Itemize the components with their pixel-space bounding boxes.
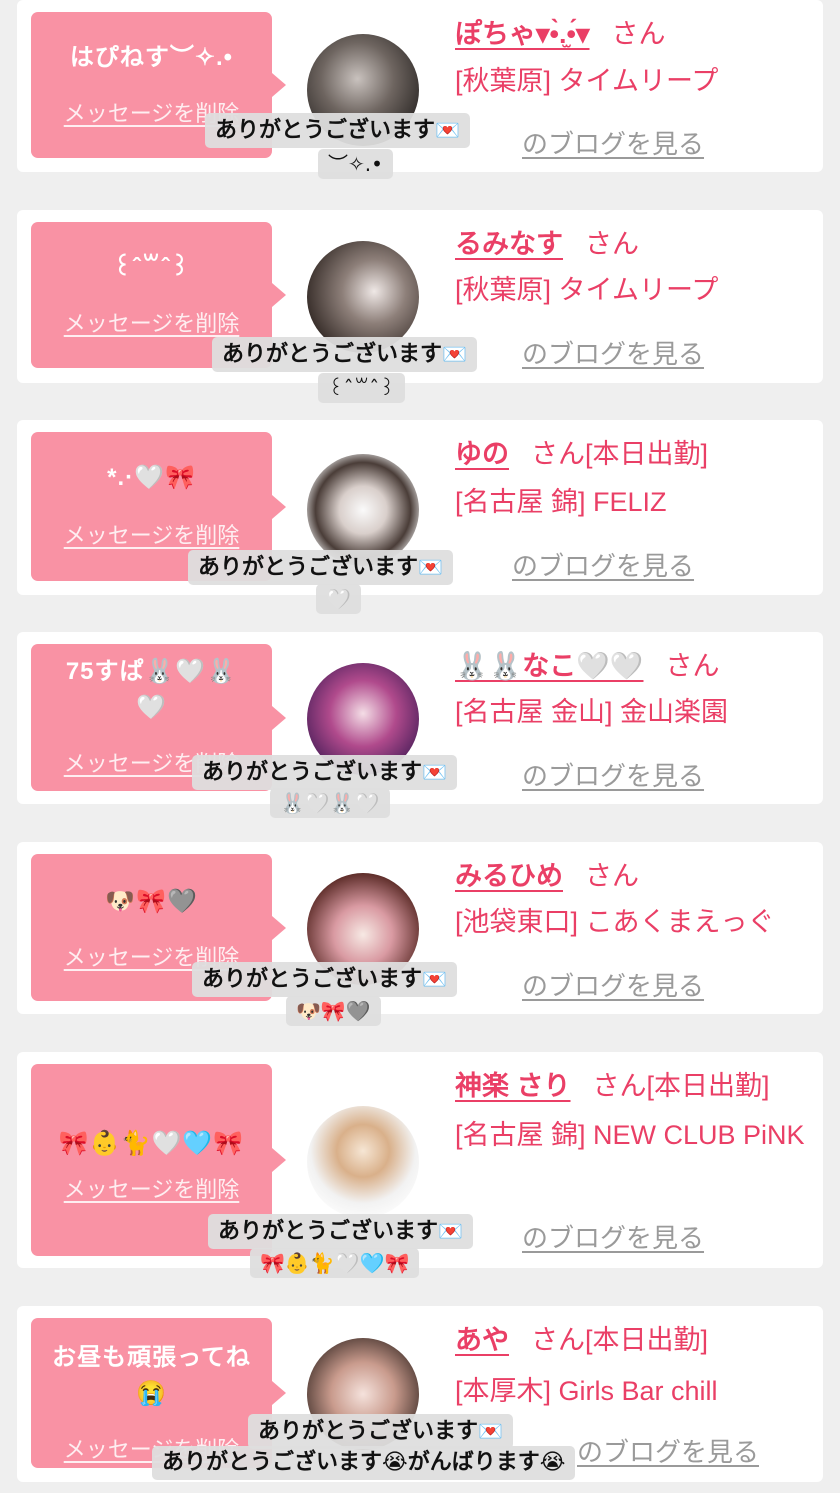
envelope-icon: 💌 xyxy=(438,1219,463,1243)
san-label: さん xyxy=(585,861,639,891)
caption-text: ありがとうございます xyxy=(198,555,419,580)
today-badge: [本日出勤] xyxy=(585,439,709,469)
delete-message-link[interactable]: メッセージを削除 xyxy=(31,1172,272,1204)
view-blog-link[interactable]: のブログを見る xyxy=(522,756,704,793)
cast-name-link[interactable]: ゆの xyxy=(455,439,509,469)
shop-info: [本厚木] Girls Bar chill xyxy=(455,1376,718,1406)
shop-info: [名古屋 金山] 金山楽園 xyxy=(455,697,729,727)
san-label: さん xyxy=(585,229,639,259)
shop-info: [池袋東口] こあくまえっぐ xyxy=(455,907,775,937)
video-caption-sub: 🐰🤍🐰🤍 xyxy=(270,788,390,818)
caption-text: ありがとうございます xyxy=(222,342,443,367)
envelope-icon: 💌 xyxy=(478,1419,503,1443)
caption-text: ありがとうございます xyxy=(202,967,423,992)
message-text: ꒰ˆ꒳ˆ꒱ xyxy=(112,254,191,281)
caption-text: ありがとうございます xyxy=(202,760,423,785)
video-caption: ありがとうございます💌 xyxy=(212,337,477,372)
shop-info: [秋葉原] タイムリープ xyxy=(455,66,719,96)
today-badge: [本日出勤] xyxy=(585,1325,709,1355)
video-caption-sub: ꒰ˆ꒳ˆ꒱ xyxy=(318,373,405,403)
cast-name-row: ぽちゃ▾•̀.̫•́▾ さん xyxy=(455,16,666,52)
cast-name-row: 神楽 さり さん[本日出勤] xyxy=(455,1068,770,1104)
video-caption: ありがとうございます💌 xyxy=(248,1414,513,1449)
shop-info: [名古屋 錦] NEW CLUB PiNK xyxy=(455,1120,805,1150)
cast-name-link[interactable]: あや xyxy=(455,1325,509,1355)
shop-info: [名古屋 錦] FELIZ xyxy=(455,487,667,517)
delete-message-link[interactable]: メッセージを削除 xyxy=(31,518,272,550)
today-badge: [本日出勤] xyxy=(646,1071,770,1101)
view-blog-link[interactable]: のブログを見る xyxy=(522,334,704,371)
view-blog-link[interactable]: のブログを見る xyxy=(577,1432,759,1469)
video-caption: ありがとうございます💌 xyxy=(192,755,457,790)
san-label: さん xyxy=(665,651,720,681)
video-caption-sub: 🎀👶🐈🤍🩵🎀 xyxy=(250,1248,420,1278)
view-blog-link[interactable]: のブログを見る xyxy=(522,1218,704,1255)
message-text: お昼も頑張ってね😭 xyxy=(52,1344,251,1407)
envelope-icon: 💌 xyxy=(422,760,447,784)
cast-name-link[interactable]: みるひめ xyxy=(455,861,563,891)
view-blog-link[interactable]: のブログを見る xyxy=(522,124,704,161)
cast-name-row: るみなす さん xyxy=(455,226,639,262)
san-label: さん xyxy=(531,1325,585,1355)
video-caption: ありがとうございます💌 xyxy=(205,113,470,148)
cast-name-link[interactable]: 神楽 さり xyxy=(455,1071,571,1101)
cast-name-row: 🐰🐰なこ🤍🤍 さん xyxy=(455,648,719,684)
cast-name-row: あや さん[本日出勤] xyxy=(455,1322,708,1358)
video-caption-sub: ありがとうございます😭がんばります😭 xyxy=(152,1446,576,1480)
san-label: さん xyxy=(531,439,585,469)
message-text: *.·🤍🎀 xyxy=(107,464,196,491)
view-blog-link[interactable]: のブログを見る xyxy=(522,966,704,1003)
caption-text: ありがとうございます xyxy=(218,1219,439,1244)
cast-name-row: ゆの さん[本日出勤] xyxy=(455,436,708,472)
cast-name-link[interactable]: 🐰🐰なこ🤍🤍 xyxy=(455,651,643,681)
cast-avatar[interactable] xyxy=(307,1106,419,1218)
message-text: はぴねす︶✧.• xyxy=(69,44,234,71)
cast-name-link[interactable]: るみなす xyxy=(455,229,563,259)
video-caption-sub: 🤍 xyxy=(316,584,361,614)
caption-text: ありがとうございます xyxy=(215,118,436,143)
envelope-icon: 💌 xyxy=(442,342,467,366)
cast-name-row: みるひめ さん xyxy=(455,858,639,894)
envelope-icon: 💌 xyxy=(435,118,460,142)
video-caption: ありがとうございます💌 xyxy=(208,1214,473,1249)
message-text: 75すぱ🐰🤍🐰🤍 xyxy=(65,658,238,721)
video-caption-sub: 🐶🎀🩶 xyxy=(286,996,381,1026)
san-label: さん xyxy=(611,19,666,49)
envelope-icon: 💌 xyxy=(422,967,447,991)
caption-text: ありがとうございます xyxy=(258,1419,479,1444)
san-label: さん xyxy=(592,1071,647,1101)
view-blog-link[interactable]: のブログを見る xyxy=(512,546,694,583)
message-text: 🎀👶🐈🤍🩵🎀 xyxy=(58,1130,245,1157)
video-caption-sub: ︶✧.• xyxy=(318,149,393,179)
envelope-icon: 💌 xyxy=(418,555,443,579)
delete-message-link[interactable]: メッセージを削除 xyxy=(31,306,272,338)
cast-name-link[interactable]: ぽちゃ▾•̀.̫•́▾ xyxy=(455,19,590,49)
message-text: 🐶🎀🩶 xyxy=(105,888,198,915)
shop-info: [秋葉原] タイムリープ xyxy=(455,275,719,305)
video-caption: ありがとうございます💌 xyxy=(192,962,457,997)
video-caption: ありがとうございます💌 xyxy=(188,550,453,585)
